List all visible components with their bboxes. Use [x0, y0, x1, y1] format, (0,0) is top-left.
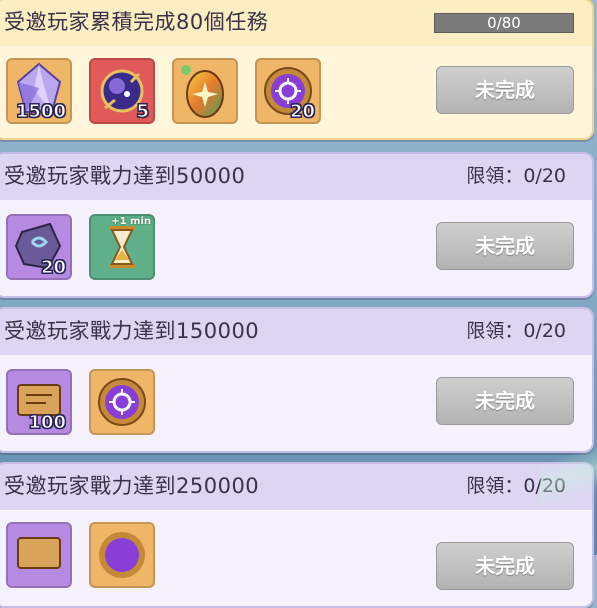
task-progress-text: 0/80 — [487, 14, 521, 32]
claim-button[interactable]: 未完成 — [436, 377, 574, 425]
reward-purple-rune-token[interactable]: 20 — [255, 58, 321, 124]
task-header: 受邀玩家戰力達到50000 限領：0/20 — [0, 154, 592, 200]
claim-button[interactable]: 未完成 — [436, 66, 574, 114]
reward-hourglass[interactable]: +1 min — [89, 214, 155, 280]
purple-rune-token-icon — [98, 378, 146, 426]
reward-crystal-gem[interactable]: 1500 — [6, 58, 72, 124]
reward-scroll[interactable]: 100 — [6, 369, 72, 435]
scroll-icon — [17, 537, 61, 569]
claim-button[interactable]: 未完成 — [436, 222, 574, 270]
reward-rainbow-egg[interactable] — [172, 58, 238, 124]
reward-rune-stone[interactable]: 20 — [6, 214, 72, 280]
reward-qty: 5 — [136, 101, 149, 123]
task-title: 受邀玩家戰力達到150000 — [4, 319, 260, 343]
task-header: 受邀玩家戰力達到250000 限領：0/20 — [0, 464, 592, 510]
background-sparkle — [540, 430, 597, 520]
rainbow-egg-icon — [181, 65, 224, 118]
task-title: 受邀玩家戰力達到250000 — [4, 474, 260, 498]
task-card-3: 受邀玩家戰力達到150000 限領：0/20 100 未完成 — [0, 307, 594, 453]
task-title: 受邀玩家戰力達到50000 — [4, 164, 246, 188]
task-header: 受邀玩家累積完成80個任務 0/80 — [0, 0, 592, 46]
claim-button[interactable]: 未完成 — [436, 542, 574, 590]
claim-limit-text: 限領：0/20 — [466, 165, 566, 187]
reward-purple-rune-token[interactable] — [89, 522, 155, 588]
task-title: 受邀玩家累積完成80個任務 — [4, 10, 269, 34]
task-header: 受邀玩家戰力達到150000 限領：0/20 — [0, 309, 592, 355]
task-card-2: 受邀玩家戰力達到50000 限領：0/20 20 +1 min 未完成 — [0, 152, 594, 298]
claim-limit-text: 限領：0/20 — [466, 320, 566, 342]
task-card-4: 受邀玩家戰力達到250000 限領：0/20 未完成 — [0, 462, 594, 608]
reward-qty: 1500 — [15, 101, 66, 123]
reward-qty: 20 — [40, 257, 66, 279]
reward-galaxy-orb[interactable]: 5 — [89, 58, 155, 124]
task-card-1: 受邀玩家累積完成80個任務 0/80 1500 5 20 未完成 — [0, 0, 594, 140]
hourglass-tag: +1 min — [111, 216, 151, 227]
reward-scroll[interactable] — [6, 522, 72, 588]
reward-purple-rune-token[interactable] — [89, 369, 155, 435]
task-progress-bar: 0/80 — [434, 13, 574, 33]
reward-qty: 20 — [289, 101, 315, 123]
purple-rune-token-icon — [99, 532, 145, 578]
reward-qty: 100 — [28, 412, 67, 434]
